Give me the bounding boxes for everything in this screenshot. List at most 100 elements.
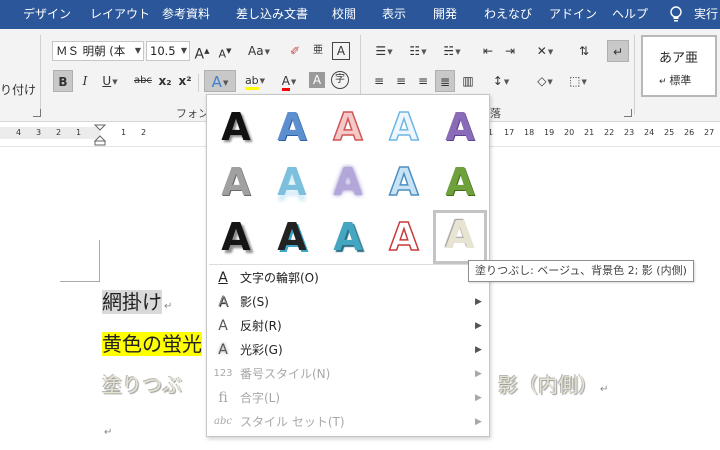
menu-item-number-styles[interactable]: 123 番号スタイル(N) ▶ [207, 362, 489, 386]
shading-button[interactable]: ◇▼ [530, 70, 560, 92]
tab-mailings[interactable]: 差し込み文書 [236, 0, 308, 29]
outline-icon: A [218, 270, 228, 286]
return-mark: ↵ [104, 427, 113, 438]
distributed-button[interactable]: ▥ [458, 70, 478, 92]
effect-swatch-gray-gradient[interactable]: A [211, 157, 261, 207]
indent-marker-icon[interactable] [94, 124, 106, 146]
character-shading-button[interactable]: A [309, 72, 325, 88]
paragraph-dialog-launcher-icon[interactable] [624, 109, 632, 117]
effect-swatch-pink-outline[interactable]: A [323, 102, 373, 152]
tab-review[interactable]: 校閲 [332, 0, 356, 29]
shadow-icon: A [218, 294, 228, 310]
ruler-number: 2 [141, 128, 147, 137]
line-spacing-button[interactable]: ↕▼ [486, 70, 516, 92]
chevron-right-icon: ▶ [475, 369, 482, 379]
increase-indent-button[interactable]: ⇥ [500, 40, 520, 62]
effect-swatch-blue-gradient[interactable]: A [267, 102, 317, 152]
ruler-number: 21 [584, 128, 595, 137]
italic-button[interactable]: I [77, 70, 93, 92]
highlight-button[interactable]: ab▼ [240, 70, 270, 92]
decrease-indent-button[interactable]: ⇤ [478, 40, 498, 62]
menu-item-shadow[interactable]: A 影(S) ▶ [207, 290, 489, 314]
effect-swatch-purple-gradient[interactable]: A [435, 102, 485, 152]
menu-item-ligatures[interactable]: fi 合字(L) ▶ [207, 386, 489, 410]
effect-swatch-lavender-glow[interactable]: A [323, 157, 373, 207]
glow-icon: A [218, 342, 228, 358]
subscript-button[interactable]: x₂ [156, 70, 174, 92]
borders-button[interactable]: ⬚▼ [563, 70, 593, 92]
ruler-number: 27 [704, 128, 715, 137]
enclose-characters-icon: A [336, 44, 346, 58]
shaded-text: 網掛け [102, 290, 162, 314]
align-left-button[interactable]: ≡ [370, 70, 388, 92]
tell-me-label[interactable]: 実行 [694, 0, 718, 29]
numbering-button[interactable]: ☷▼ [404, 40, 432, 62]
effect-swatch-black-teal[interactable]: A [267, 212, 317, 262]
shrink-font-button[interactable]: A▼ [216, 40, 234, 62]
doc-line-shading[interactable]: 網掛け ↵ [102, 288, 172, 317]
tab-addins[interactable]: アドイン [549, 0, 597, 29]
clear-formatting-button[interactable]: ✐ [285, 40, 305, 62]
doc-line-empty[interactable]: ↵ [102, 414, 112, 443]
effect-swatch-green-gradient[interactable]: A [435, 157, 485, 207]
paste-label[interactable]: り付け [0, 79, 36, 101]
menu-item-glow[interactable]: A 光彩(G) ▶ [207, 338, 489, 362]
clipboard-dialog-launcher-icon[interactable] [33, 109, 41, 117]
effect-swatch-light-blue-bevel[interactable]: A [379, 157, 429, 207]
effect-swatch-light-blue-outline[interactable]: A [379, 102, 429, 152]
superscript-button[interactable]: x² [176, 70, 194, 92]
sort-button[interactable]: ⇅ [574, 40, 594, 62]
tab-references[interactable]: 参考資料 [162, 0, 210, 29]
number-style-icon: 123 [213, 368, 233, 379]
ruler-number: 19 [544, 128, 555, 137]
menu-item-text-outline[interactable]: A 文字の輪郭(O) ▶ [207, 266, 489, 290]
tab-developer[interactable]: 開発 [433, 0, 457, 29]
align-right-button[interactable]: ≡ [414, 70, 432, 92]
font-name-combo[interactable]: ＭＳ 明朝 (本 ▼ [52, 41, 144, 61]
align-center-button[interactable]: ≡ [392, 70, 410, 92]
menu-item-stylistic-sets[interactable]: abc スタイル セット(T) ▶ [207, 410, 489, 434]
effect-swatch-teal-reflection[interactable]: A [267, 157, 317, 207]
enclose-characters-button[interactable]: A [332, 42, 350, 60]
bold-button[interactable]: B [53, 70, 73, 92]
effect-swatch-black-shadow[interactable]: A [211, 102, 261, 152]
doc-line-highlight[interactable]: 黄色の蛍光 [102, 330, 202, 359]
tab-layout[interactable]: レイアウト [90, 0, 150, 29]
tab-design[interactable]: デザイン [23, 0, 71, 29]
change-case-button[interactable]: Aa▼ [244, 40, 274, 62]
effect-swatch-teal-bold[interactable]: A [323, 212, 373, 262]
effect-swatch-beige-inner-shadow[interactable]: A [433, 210, 487, 264]
effect-text: 塗りつぶ [102, 373, 183, 397]
group-separator [634, 35, 635, 115]
font-size-combo[interactable]: 10.5 ▼ [146, 41, 190, 61]
ruler-number: 24 [644, 128, 655, 137]
doc-line-effect-left[interactable]: 塗りつぶ [102, 371, 182, 400]
style-normal[interactable]: あア亜 ↵ 標準 [641, 35, 717, 97]
effect-swatch-red-outline[interactable]: A [379, 212, 429, 262]
tab-waenavi[interactable]: わえなび [484, 0, 532, 29]
dropdown-divider [209, 264, 487, 265]
effect-text: 影（内側） [498, 373, 598, 397]
menu-item-label: 光彩(G) [240, 343, 283, 357]
lightbulb-icon[interactable] [669, 6, 683, 23]
phonetic-guide-button[interactable]: 亜 [308, 40, 328, 62]
doc-line-effect-right[interactable]: 影（内側） ↵ [498, 371, 608, 400]
style-set-icon: abc [214, 416, 232, 427]
tab-view[interactable]: 表示 [382, 0, 406, 29]
reflection-icon: A [218, 318, 228, 334]
asian-layout-button[interactable]: ✕▼ [530, 40, 560, 62]
text-effects-button[interactable]: A▼ [204, 70, 236, 92]
menu-item-reflection[interactable]: A 反射(R) ▶ [207, 314, 489, 338]
effect-swatch-black-bold[interactable]: A [211, 212, 261, 262]
show-formatting-marks-button[interactable]: ↵ [607, 40, 629, 62]
font-name-value: ＭＳ 明朝 (本 [56, 44, 126, 58]
tab-help[interactable]: ヘルプ [612, 0, 648, 29]
justify-button[interactable]: ≣ [435, 70, 455, 92]
underline-button[interactable]: U▼ [97, 70, 123, 92]
font-color-button[interactable]: A▼ [275, 70, 303, 92]
grow-font-button[interactable]: A▲ [193, 40, 211, 63]
bullets-button[interactable]: ☰▼ [370, 40, 398, 62]
multilevel-list-button[interactable]: ☵▼ [437, 40, 467, 62]
enclosed-character-button[interactable]: 字 [331, 71, 349, 89]
strikethrough-button[interactable]: abc [132, 70, 154, 92]
